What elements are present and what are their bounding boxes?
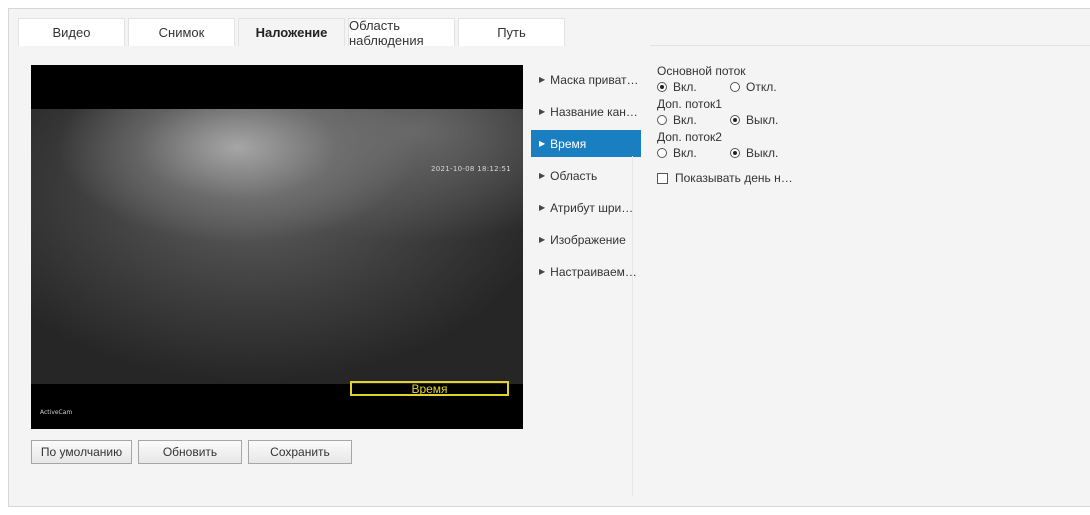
- sub-stream1-options: Вкл. Выкл.: [657, 111, 803, 128]
- caret-right-icon: ▶: [539, 203, 546, 212]
- radio-label: Выкл.: [746, 145, 779, 160]
- time-settings-panel: Основной поток Вкл. Откл. Доп. поток1 Вк…: [657, 64, 803, 185]
- radio-checked-icon: [730, 114, 740, 125]
- radio-unchecked-icon: [730, 81, 740, 92]
- main-stream-off-radio[interactable]: Откл.: [730, 80, 803, 94]
- main-stream-label: Основной поток: [657, 64, 746, 78]
- menu-divider: [632, 156, 633, 496]
- save-button[interactable]: Сохранить: [248, 440, 352, 464]
- menu-item-image[interactable]: ▶ Изображение: [531, 226, 641, 253]
- refresh-button[interactable]: Обновить: [138, 440, 242, 464]
- radio-label: Откл.: [746, 79, 777, 94]
- radio-checked-icon: [657, 81, 667, 92]
- radio-unchecked-icon: [657, 114, 667, 125]
- radio-label: Вкл.: [673, 79, 697, 94]
- checkbox-unchecked-icon: [657, 172, 668, 184]
- sub-stream1-on-radio[interactable]: Вкл.: [657, 113, 730, 127]
- menu-item-font-attribute[interactable]: ▶ Атрибут шри…: [531, 194, 641, 221]
- menu-item-label: Изображение: [550, 232, 626, 247]
- menu-item-label: Время: [550, 136, 587, 151]
- caret-right-icon: ▶: [539, 267, 546, 276]
- menu-item-channel-name[interactable]: ▶ Название кан…: [531, 98, 641, 125]
- radio-label: Вкл.: [673, 145, 697, 160]
- show-weekday-label: Показывать день н…: [675, 171, 793, 185]
- tab-video[interactable]: Видео: [18, 18, 125, 46]
- sub-stream2-label: Доп. поток2: [657, 130, 722, 144]
- osd-camera-name[interactable]: ActiveCam: [40, 409, 72, 416]
- default-button[interactable]: По умолчанию: [31, 440, 132, 464]
- tab-bar: Видео Снимок Наложение Область наблюдени…: [18, 18, 565, 48]
- caret-right-icon: ▶: [539, 235, 546, 244]
- show-weekday-checkbox[interactable]: Показывать день н…: [657, 171, 803, 185]
- tab-path[interactable]: Путь: [458, 18, 565, 46]
- tab-overlay[interactable]: Наложение: [238, 18, 345, 46]
- overlay-menu: ▶ Маска приват… ▶ Название кан… ▶ Время …: [531, 66, 641, 290]
- osd-time-box-label: Время: [411, 381, 448, 396]
- main-stream-on-radio[interactable]: Вкл.: [657, 80, 730, 94]
- menu-item-area[interactable]: ▶ Область: [531, 162, 641, 189]
- sub-stream1-off-radio[interactable]: Выкл.: [730, 113, 803, 127]
- sub-stream2-on-radio[interactable]: Вкл.: [657, 146, 730, 160]
- menu-item-label: Настраиваем…: [550, 264, 637, 279]
- osd-time-box[interactable]: Время: [350, 381, 509, 396]
- action-buttons: По умолчанию Обновить Сохранить: [31, 440, 352, 464]
- camera-image: 2021-10-08 18:12:51 ActiveCam Время: [31, 109, 523, 416]
- caret-right-icon: ▶: [539, 171, 546, 180]
- radio-checked-icon: [730, 147, 740, 158]
- tab-snapshot[interactable]: Снимок: [128, 18, 235, 46]
- menu-item-label: Маска приват…: [550, 72, 639, 87]
- caret-right-icon: ▶: [539, 139, 546, 148]
- osd-datetime[interactable]: 2021-10-08 18:12:51: [431, 165, 511, 173]
- sub-stream2-off-radio[interactable]: Выкл.: [730, 146, 803, 160]
- menu-item-custom[interactable]: ▶ Настраиваем…: [531, 258, 641, 285]
- menu-item-label: Атрибут шри…: [550, 200, 634, 215]
- tab-divider: [650, 45, 1090, 46]
- radio-label: Выкл.: [746, 112, 779, 127]
- menu-item-privacy-mask[interactable]: ▶ Маска приват…: [531, 66, 641, 93]
- main-stream-options: Вкл. Откл.: [657, 78, 803, 95]
- menu-item-label: Область: [550, 168, 598, 183]
- sub-stream2-options: Вкл. Выкл.: [657, 144, 803, 161]
- video-preview: 2021-10-08 18:12:51 ActiveCam Время: [31, 65, 523, 429]
- caret-right-icon: ▶: [539, 107, 546, 116]
- radio-unchecked-icon: [657, 147, 667, 158]
- radio-label: Вкл.: [673, 112, 697, 127]
- caret-right-icon: ▶: [539, 75, 546, 84]
- menu-item-time[interactable]: ▶ Время: [531, 130, 641, 157]
- sub-stream1-label: Доп. поток1: [657, 97, 722, 111]
- menu-item-label: Название кан…: [550, 104, 638, 119]
- tab-monitoring-area[interactable]: Область наблюдения: [348, 18, 455, 48]
